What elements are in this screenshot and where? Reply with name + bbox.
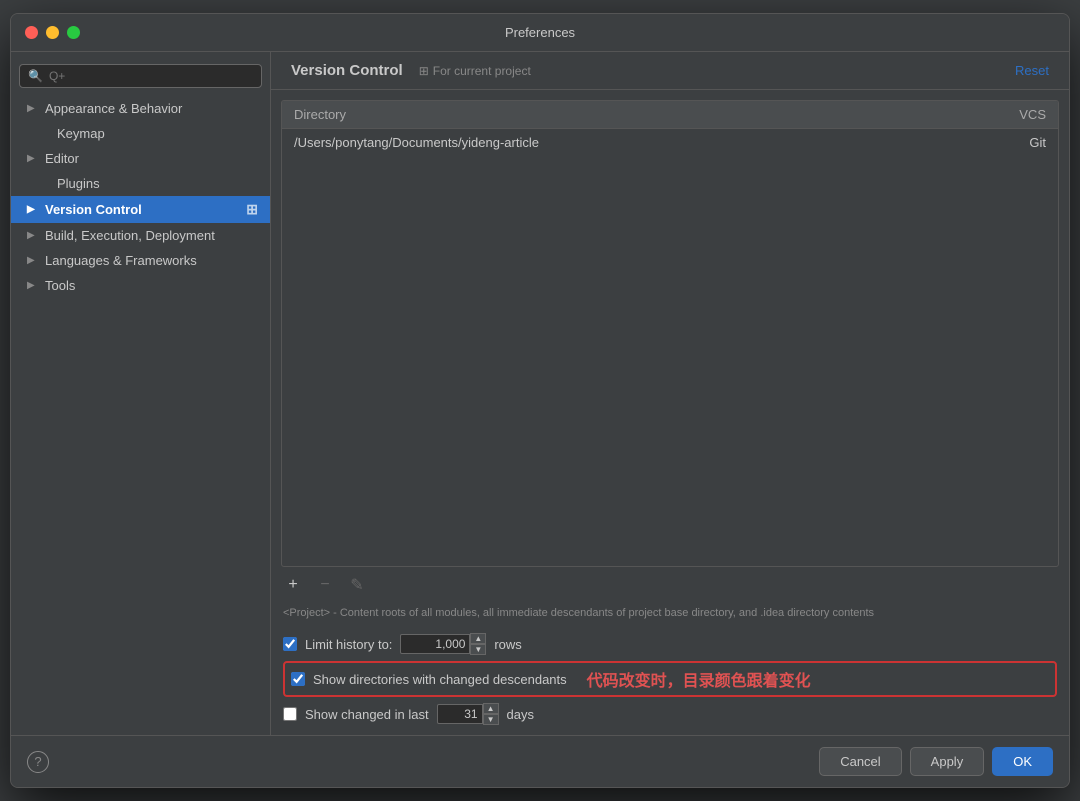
limit-history-spinner: ▲ ▼ xyxy=(470,633,486,655)
sidebar-item-label: Keymap xyxy=(57,126,105,141)
sidebar-item-label: Tools xyxy=(45,278,75,293)
show-changed-spinner: ▲ ▼ xyxy=(483,703,499,725)
limit-history-label-prefix: Limit history to: xyxy=(305,637,392,652)
show-changed-input[interactable] xyxy=(437,704,483,724)
table-toolbar: + − ✎ xyxy=(271,567,1069,603)
vcs-table-container: Directory VCS /Users/ponytang/Documents/… xyxy=(281,100,1059,567)
table-row[interactable]: /Users/ponytang/Documents/yideng-article… xyxy=(282,129,1058,157)
remove-button[interactable]: − xyxy=(313,573,337,597)
sidebar-item-label: Plugins xyxy=(57,176,100,191)
show-directories-checkbox[interactable] xyxy=(291,672,305,686)
bottom-bar: ? Cancel Apply OK xyxy=(11,735,1069,787)
project-icon: ⊞ xyxy=(419,64,429,78)
limit-history-row: Limit history to: ▲ ▼ rows xyxy=(283,629,1057,659)
sidebar: 🔍 ▶ Appearance & Behavior ▶ Keymap ▶ Edi… xyxy=(11,52,271,735)
options-section: Limit history to: ▲ ▼ rows Show director… xyxy=(271,625,1069,735)
panel-header: Version Control ⊞ For current project Re… xyxy=(271,52,1069,90)
panel-title: Version Control xyxy=(291,62,403,79)
sidebar-item-languages[interactable]: ▶ Languages & Frameworks xyxy=(11,248,270,273)
vcs-table: Directory VCS /Users/ponytang/Documents/… xyxy=(282,101,1058,156)
maximize-button[interactable] xyxy=(67,26,80,39)
show-changed-label-suffix: days xyxy=(507,707,534,722)
panel-subtitle: ⊞ For current project xyxy=(419,64,531,78)
cancel-button[interactable]: Cancel xyxy=(819,747,901,776)
preferences-dialog: Preferences 🔍 ▶ Appearance & Behavior ▶ … xyxy=(10,13,1070,788)
search-input[interactable] xyxy=(49,69,253,83)
sidebar-item-label: Build, Execution, Deployment xyxy=(45,228,215,243)
title-bar: Preferences xyxy=(11,14,1069,52)
sidebar-item-label: Languages & Frameworks xyxy=(45,253,197,268)
show-changed-checkbox[interactable] xyxy=(283,707,297,721)
chevron-right-icon: ▶ xyxy=(27,103,39,114)
annotation-text: 代码改变时，目录颜色跟着变化 xyxy=(587,667,811,691)
limit-history-input[interactable] xyxy=(400,634,470,654)
show-changed-row: Show changed in last ▲ ▼ days xyxy=(283,699,1057,729)
right-panel: Version Control ⊞ For current project Re… xyxy=(271,52,1069,735)
spin-down-button[interactable]: ▼ xyxy=(483,714,499,725)
search-icon: 🔍 xyxy=(28,69,43,83)
bottom-buttons: Cancel Apply OK xyxy=(819,747,1053,776)
limit-history-input-group: ▲ ▼ xyxy=(400,633,486,655)
cell-vcs: Git xyxy=(935,129,1058,157)
apply-button[interactable]: Apply xyxy=(910,747,985,776)
sidebar-item-version-control[interactable]: ▶ Version Control ⊞ xyxy=(11,196,270,223)
limit-history-checkbox[interactable] xyxy=(283,637,297,651)
close-button[interactable] xyxy=(25,26,38,39)
sidebar-item-plugins[interactable]: ▶ Plugins xyxy=(11,171,270,196)
search-box[interactable]: 🔍 xyxy=(19,64,262,88)
chevron-right-icon: ▶ xyxy=(27,230,39,241)
chevron-right-icon: ▶ xyxy=(27,280,39,291)
dialog-title: Preferences xyxy=(505,25,575,40)
chevron-right-icon: ▶ xyxy=(27,255,39,266)
window-controls xyxy=(25,26,80,39)
ok-button[interactable]: OK xyxy=(992,747,1053,776)
description-text: <Project> - Content roots of all modules… xyxy=(271,603,1069,625)
cell-directory: /Users/ponytang/Documents/yideng-article xyxy=(282,129,935,157)
minimize-button[interactable] xyxy=(46,26,59,39)
spin-down-button[interactable]: ▼ xyxy=(470,644,486,655)
chevron-right-icon: ▶ xyxy=(27,153,39,164)
main-content: 🔍 ▶ Appearance & Behavior ▶ Keymap ▶ Edi… xyxy=(11,52,1069,735)
add-button[interactable]: + xyxy=(281,573,305,597)
column-header-vcs: VCS xyxy=(935,101,1058,129)
sidebar-item-label: Version Control xyxy=(45,202,142,217)
sidebar-item-keymap[interactable]: ▶ Keymap xyxy=(11,121,270,146)
spin-up-button[interactable]: ▲ xyxy=(470,633,486,644)
sidebar-item-editor[interactable]: ▶ Editor xyxy=(11,146,270,171)
column-header-directory: Directory xyxy=(282,101,935,129)
spin-up-button[interactable]: ▲ xyxy=(483,703,499,714)
help-button[interactable]: ? xyxy=(27,751,49,773)
chevron-right-icon: ▶ xyxy=(27,204,39,215)
show-directories-label: Show directories with changed descendant… xyxy=(313,672,567,687)
limit-history-label-suffix: rows xyxy=(494,637,521,652)
sidebar-item-build[interactable]: ▶ Build, Execution, Deployment xyxy=(11,223,270,248)
sidebar-item-appearance[interactable]: ▶ Appearance & Behavior xyxy=(11,96,270,121)
edit-button[interactable]: ✎ xyxy=(345,573,369,597)
panel-header-left: Version Control ⊞ For current project xyxy=(291,62,531,79)
show-changed-label-prefix: Show changed in last xyxy=(305,707,429,722)
sidebar-item-label: Appearance & Behavior xyxy=(45,101,182,116)
vcs-icon: ⊞ xyxy=(246,201,258,218)
sidebar-item-tools[interactable]: ▶ Tools xyxy=(11,273,270,298)
show-changed-input-group: ▲ ▼ xyxy=(437,703,499,725)
reset-button[interactable]: Reset xyxy=(1015,63,1049,78)
sidebar-item-label: Editor xyxy=(45,151,79,166)
show-directories-row: Show directories with changed descendant… xyxy=(283,661,1057,697)
table-header-row: Directory VCS xyxy=(282,101,1058,129)
